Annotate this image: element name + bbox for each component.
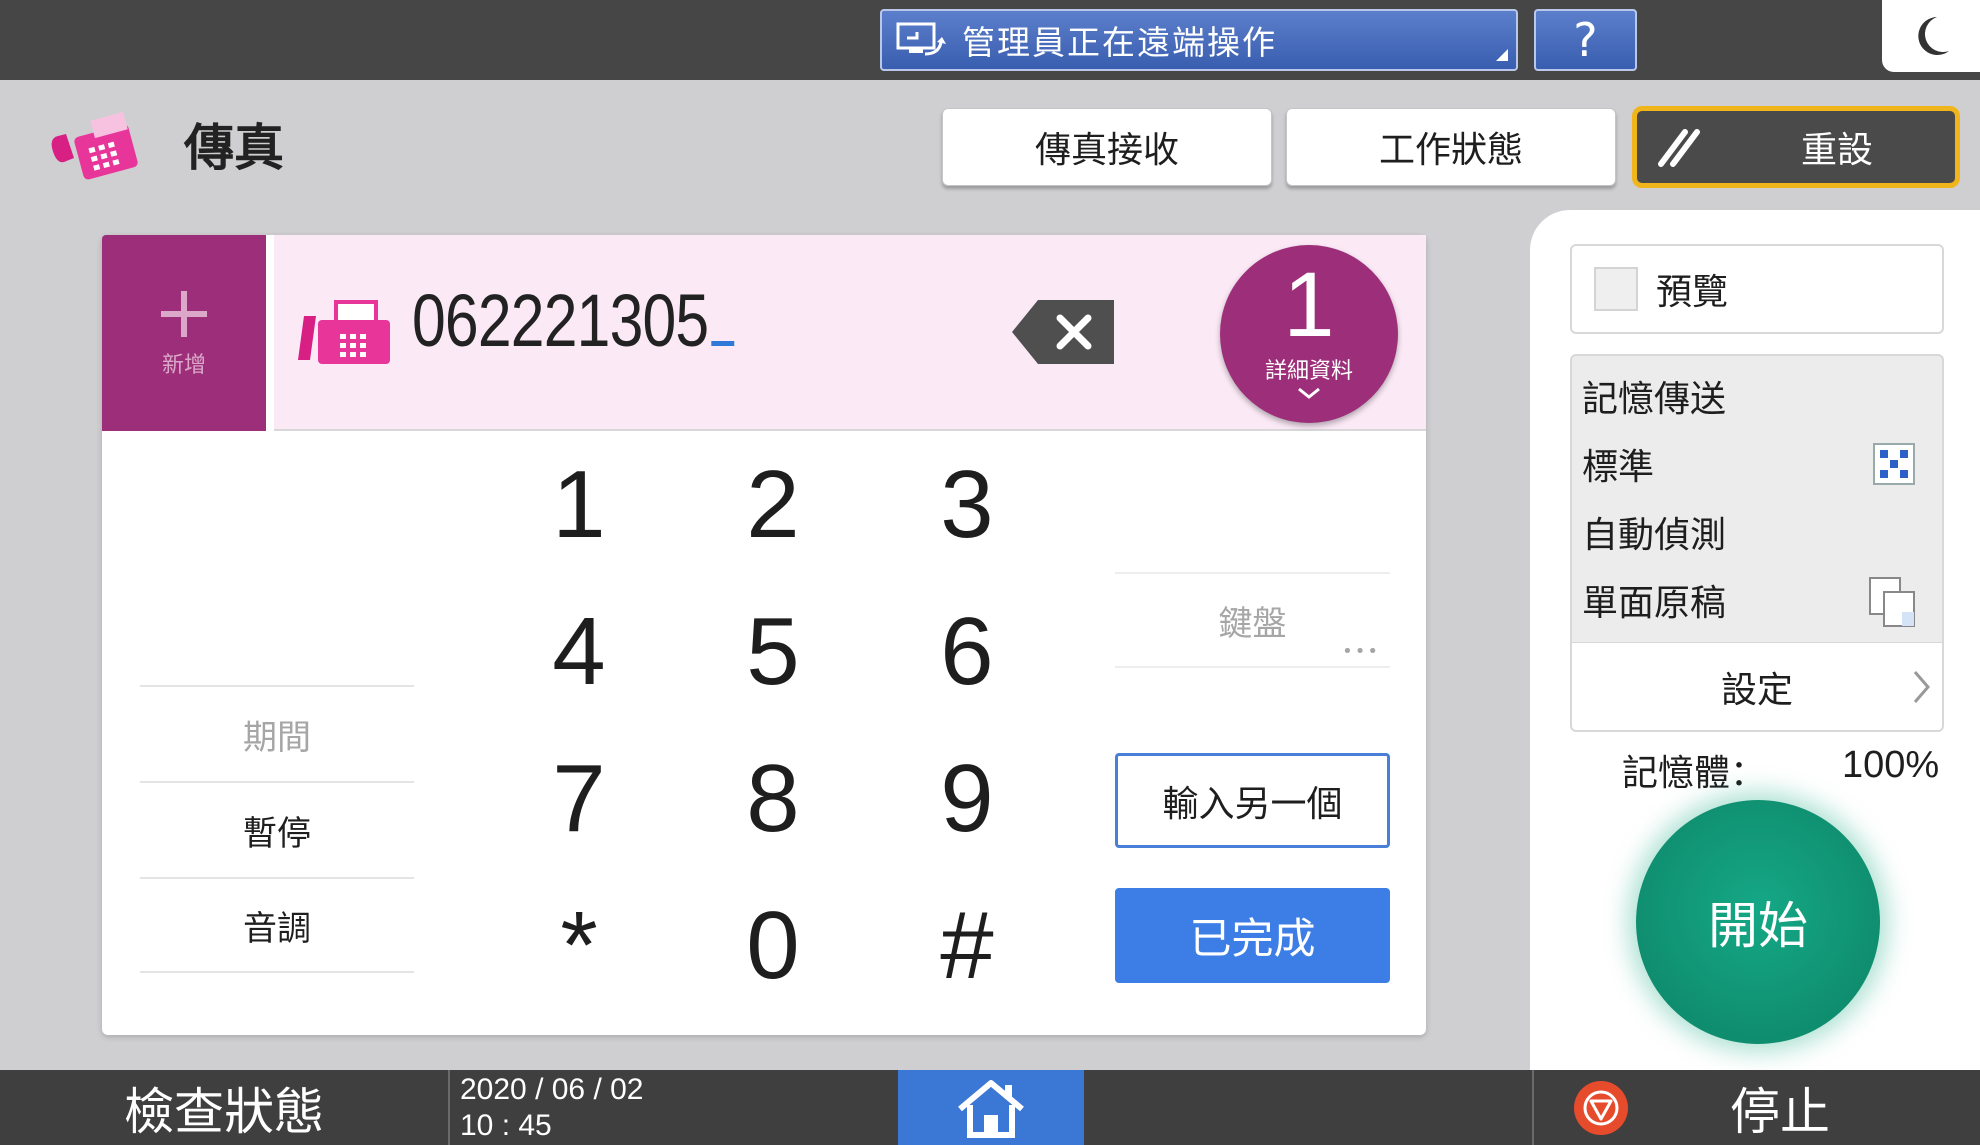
stop-button[interactable]: 停止 (1534, 1070, 1980, 1145)
pause-button[interactable]: 暫停 (140, 781, 414, 877)
reset-button[interactable]: 重設 (1632, 106, 1960, 188)
key-3[interactable]: 3 (872, 440, 1062, 570)
key-4[interactable]: 4 (484, 587, 674, 717)
remote-status-text: 管理員正在遠端操作 (962, 23, 1277, 62)
help-button[interactable]: ? (1534, 9, 1637, 71)
energy-saver-button[interactable] (1882, 0, 1980, 72)
settings-button[interactable]: 設定 (1570, 642, 1944, 732)
check-status-button[interactable]: 檢查狀態 (0, 1070, 448, 1145)
chevron-right-icon (1913, 670, 1930, 703)
backspace-icon (1012, 300, 1114, 364)
backspace-button[interactable] (1010, 296, 1116, 372)
time-text: 10 : 45 (460, 1109, 552, 1142)
key-6[interactable]: 6 (872, 587, 1062, 717)
preview-option[interactable]: 預覽 (1570, 244, 1944, 334)
text-cursor (711, 341, 735, 346)
page-title: 傳真 (184, 119, 284, 177)
home-button[interactable] (898, 1070, 1084, 1145)
remote-operation-banner[interactable]: 管理員正在遠端操作 (880, 9, 1518, 71)
remote-screen-icon (882, 11, 962, 69)
start-button[interactable]: 開始 (1636, 800, 1880, 1044)
key-8[interactable]: 8 (678, 734, 868, 864)
original-type-label: 單面原稿 (1582, 583, 1727, 624)
key-hash[interactable]: # (872, 881, 1062, 1011)
resolution-icon (1872, 442, 1916, 490)
add-destination-button[interactable]: 新增 (102, 235, 266, 431)
more-dots-icon: ••• (1342, 641, 1380, 662)
fax-number-value: 062221305 (412, 279, 709, 362)
keyboard-button[interactable]: 鍵盤 ••• (1115, 572, 1390, 668)
tone-button[interactable]: 音調 (140, 877, 414, 973)
date-text: 2020 / 06 / 02 (460, 1073, 644, 1106)
fax-app-icon (48, 108, 144, 184)
stop-icon (1574, 1080, 1628, 1135)
home-icon (958, 1079, 1024, 1138)
key-7[interactable]: 7 (484, 734, 674, 864)
preview-checkbox[interactable] (1594, 267, 1638, 311)
memory-label: 記憶體： (1622, 753, 1767, 794)
density-label: 自動偵測 (1582, 515, 1727, 556)
destination-details-button[interactable]: 1 詳細資料 (1220, 245, 1398, 423)
job-status-button[interactable]: 工作狀態 (1286, 108, 1616, 186)
dial-keypad: 1 2 3 4 5 6 7 8 9 * 0 # (484, 440, 1066, 1028)
fax-number-text: 062221305 (412, 278, 735, 363)
key-asterisk[interactable]: * (484, 881, 674, 1011)
date-time-display: 2020 / 06 / 02 10 : 45 (460, 1072, 644, 1144)
add-label: 新增 (161, 353, 206, 378)
reset-label: 重設 (1801, 130, 1874, 171)
chevron-down-icon (1298, 387, 1320, 399)
done-button[interactable]: 已完成 (1115, 888, 1390, 983)
preview-label: 預覽 (1656, 272, 1729, 313)
destination-count: 1 (1283, 254, 1335, 356)
key-5[interactable]: 5 (678, 587, 868, 717)
memory-transmission-label: 記憶傳送 (1582, 379, 1727, 420)
moon-icon (1918, 17, 1949, 55)
settings-label: 設定 (1720, 669, 1793, 711)
keyboard-label: 鍵盤 (1218, 603, 1287, 644)
divider (448, 1070, 450, 1145)
reset-slash-icon (1658, 129, 1700, 167)
enter-another-button[interactable]: 輸入另一個 (1115, 753, 1390, 848)
fax-destination-icon (296, 296, 394, 372)
memory-value: 100% (1842, 744, 1940, 786)
details-label: 詳細資料 (1264, 359, 1353, 384)
interval-button[interactable]: 期間 (140, 685, 414, 781)
resolution-label: 標準 (1582, 447, 1655, 488)
key-2[interactable]: 2 (678, 440, 868, 570)
key-1[interactable]: 1 (484, 440, 674, 570)
key-9[interactable]: 9 (872, 734, 1062, 864)
single-sided-icon (1866, 574, 1922, 634)
plus-icon (161, 291, 207, 337)
corner-triangle-icon (1496, 49, 1508, 61)
stop-label: 停止 (1730, 1082, 1830, 1141)
fax-receive-button[interactable]: 傳真接收 (942, 108, 1272, 186)
key-0[interactable]: 0 (678, 881, 868, 1011)
